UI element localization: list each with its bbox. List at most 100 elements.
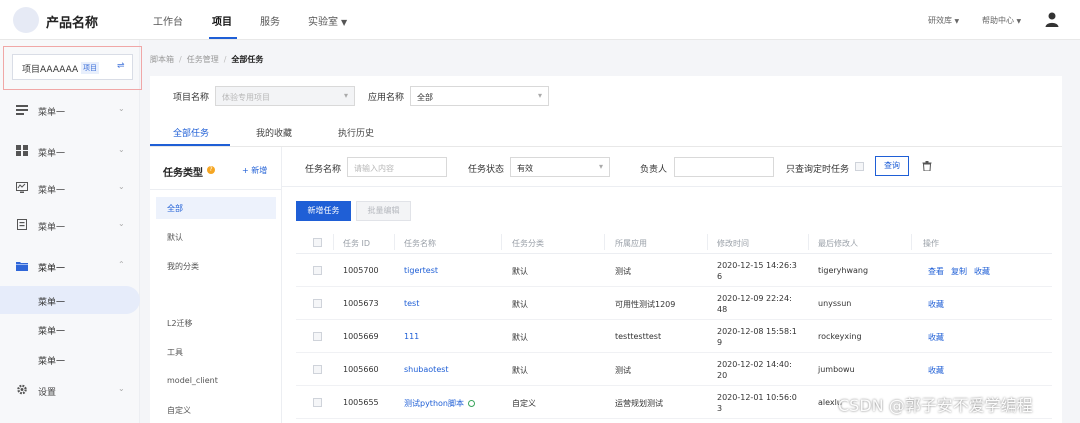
sidebar-subitem[interactable]: 菜单一 [0, 345, 140, 373]
category-item-all[interactable]: 全部 [156, 197, 276, 219]
task-status-value: 有效 [517, 164, 533, 173]
sidebar-menu-4[interactable]: 菜单一 ⌄ [0, 212, 140, 238]
category-item[interactable]: 工具 [156, 341, 276, 363]
app-select[interactable]: 全部 ▾ [410, 86, 549, 106]
column-divider [707, 234, 708, 250]
favorite-action[interactable]: 收藏 [928, 299, 944, 310]
column-header: 任务分类 [512, 239, 544, 248]
task-name-link[interactable]: tigertest [404, 266, 438, 275]
gear-icon [17, 384, 27, 395]
project-select: 体验专用项目 ▾ [215, 86, 355, 106]
task-app: 测试 [615, 267, 631, 276]
task-category: 默认 [512, 333, 528, 342]
tabs-divider [150, 146, 1062, 147]
task-modifier: tigeryhwang [818, 266, 869, 275]
chevron-down-icon: ⌄ [118, 145, 125, 154]
top-nav-bar: 产品名称 工作台 项目 服务 实验室 ▼ 研效库 ▼ 帮助中心 ▼ [0, 0, 1080, 40]
owner-input[interactable] [674, 157, 774, 177]
task-name-link[interactable]: test [404, 299, 419, 308]
sidebar-menu-2[interactable]: 菜单一 ⌄ [0, 138, 140, 164]
scheduled-only-checkbox[interactable] [855, 162, 864, 171]
task-modified-time: 2020-12-15 14:26:3 6 [717, 261, 797, 281]
task-name-link[interactable]: shubaotest [404, 365, 449, 374]
column-divider [394, 234, 395, 250]
nav-workbench[interactable]: 工作台 [153, 13, 183, 28]
select-all-checkbox[interactable] [313, 238, 322, 247]
query-button[interactable]: 查询 [875, 156, 909, 176]
sidebar-subitem-label: 菜单一 [38, 298, 66, 308]
scheduled-only-label: 只查询定时任务 [786, 165, 850, 175]
project-name: 项目AAAAAA [22, 65, 79, 75]
tab-exec-history[interactable]: 执行历史 [338, 126, 374, 139]
row-checkbox[interactable] [313, 299, 322, 308]
row-checkbox[interactable] [313, 266, 322, 275]
column-header: 任务 ID [343, 239, 371, 248]
sidebar-settings[interactable]: 设置 ⌄ [0, 377, 140, 403]
chevron-down-icon: ⌄ [118, 182, 125, 191]
sidebar-menu-3[interactable]: 菜单一 ⌄ [0, 175, 140, 201]
tab-all-tasks[interactable]: 全部任务 [173, 126, 209, 139]
breadcrumb-item[interactable]: 脚本箱 [150, 55, 174, 64]
category-item[interactable]: model_client [156, 370, 276, 392]
task-name-link[interactable]: 测试python脚本 [404, 398, 475, 409]
sidebar-menu-1[interactable]: 菜单一 ⌄ [0, 97, 140, 123]
task-id: 1005655 [343, 398, 379, 407]
sidebar-menu-label: 菜单一 [38, 223, 66, 233]
column-header: 操作 [923, 239, 939, 248]
nav-project[interactable]: 项目 [212, 13, 232, 28]
divider [282, 186, 1062, 187]
table-header: 任务 ID 任务名称 任务分类 所属应用 修改时间 最后修改人 操作 [296, 230, 1052, 254]
project-select-placeholder: 体验专用项目 [222, 93, 270, 102]
sidebar-menu-5[interactable]: 菜单一 ⌃ [0, 253, 140, 279]
nav-lab[interactable]: 实验室 ▼ [308, 13, 347, 28]
app-select-value: 全部 [417, 93, 433, 102]
project-switcher[interactable]: 项目AAAAAA 项目 ⇌ [12, 54, 133, 80]
trash-icon[interactable] [922, 161, 932, 171]
caret-down-icon: ▾ [537, 91, 542, 100]
task-app: 运营规划测试 [615, 399, 663, 408]
new-task-button[interactable]: 新增任务 [296, 201, 351, 221]
breadcrumb: 脚本箱 / 任务管理 / 全部任务 [150, 55, 264, 64]
swap-icon[interactable]: ⇌ [117, 61, 125, 71]
user-avatar-icon[interactable] [1044, 11, 1060, 27]
column-header: 任务名称 [404, 239, 436, 248]
nav-service[interactable]: 服务 [260, 13, 280, 28]
category-item[interactable]: 默认 [156, 226, 276, 248]
task-name-input[interactable]: 请输入内容 [347, 157, 447, 177]
category-item[interactable]: 我的分类 [156, 255, 276, 277]
header-help-dropdown[interactable]: 帮助中心 ▼ [982, 15, 1021, 26]
sidebar-subitem-active[interactable]: 菜单一 [0, 286, 140, 314]
breadcrumb-current: 全部任务 [231, 55, 264, 64]
category-title: 任务类型 [163, 168, 203, 179]
task-status-select[interactable]: 有效 ▾ [510, 157, 610, 177]
task-id: 1005660 [343, 365, 379, 374]
copy-action[interactable]: 复制 [951, 266, 967, 277]
chevron-down-icon: ⌄ [118, 384, 125, 393]
header-lib-dropdown[interactable]: 研效库 ▼ [928, 15, 959, 26]
category-item[interactable]: 自定义 [156, 399, 276, 421]
row-checkbox[interactable] [313, 332, 322, 341]
view-action[interactable]: 查看 [928, 266, 944, 277]
favorite-action[interactable]: 收藏 [928, 365, 944, 376]
task-name-placeholder: 请输入内容 [354, 164, 394, 173]
row-checkbox[interactable] [313, 365, 322, 374]
breadcrumb-item[interactable]: 任务管理 [187, 55, 219, 64]
task-id: 1005669 [343, 332, 379, 341]
tab-my-favorites[interactable]: 我的收藏 [256, 126, 292, 139]
favorite-action[interactable]: 收藏 [974, 266, 990, 277]
caret-down-icon: ▼ [1016, 18, 1022, 25]
add-category-button[interactable]: + 新增 [242, 165, 267, 176]
caret-down-icon: ▾ [343, 91, 348, 100]
task-name-link[interactable]: 111 [404, 332, 419, 341]
sidebar-subitem[interactable]: 菜单一 [0, 315, 140, 343]
category-label: 默认 [167, 233, 183, 242]
product-logo [13, 7, 39, 33]
row-checkbox[interactable] [313, 398, 322, 407]
caret-down-icon: ▼ [954, 18, 960, 25]
column-header: 最后修改人 [818, 239, 858, 248]
category-item[interactable]: L2迁移 [156, 312, 276, 334]
caret-down-icon: ▾ [598, 162, 603, 171]
help-icon[interactable]: ? [207, 166, 215, 174]
favorite-action[interactable]: 收藏 [928, 332, 944, 343]
column-divider [911, 234, 912, 250]
